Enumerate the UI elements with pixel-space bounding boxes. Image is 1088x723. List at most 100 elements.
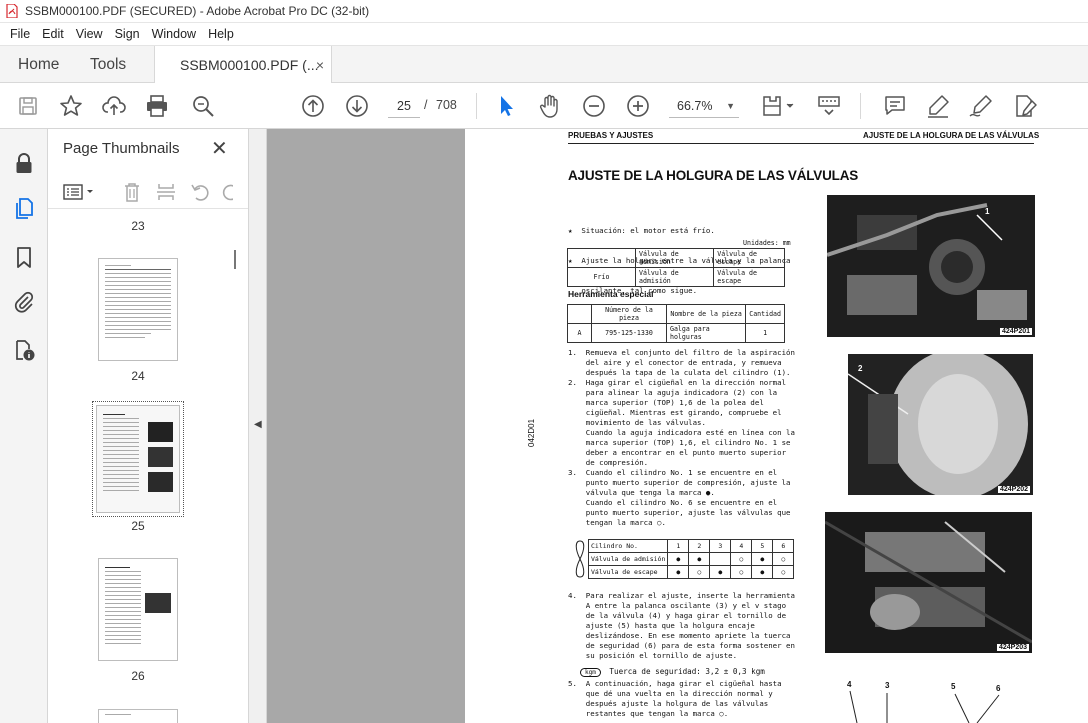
- table-cell: A: [567, 323, 592, 343]
- fit-page-icon[interactable]: [760, 93, 796, 119]
- intro-line: ★ Situación: el motor está frío.: [568, 226, 715, 235]
- units-label: Unidades: mm: [743, 239, 791, 247]
- table-cell: 2: [688, 539, 711, 553]
- thumbnail-page-25[interactable]: [92, 401, 184, 517]
- table-cell: ●: [667, 552, 690, 566]
- table-cell: Válvula de escape: [587, 565, 669, 579]
- step-line: 4. Para realizar el ajuste, inserte la h…: [568, 591, 795, 600]
- sign-icon[interactable]: [968, 93, 994, 119]
- step-line: deber a encontrar en el punto muerto sup…: [568, 448, 787, 457]
- step-line: restantes que tengan la marca ○.: [568, 709, 729, 718]
- menu-sign[interactable]: Sign: [109, 27, 146, 41]
- upload-icon[interactable]: [101, 93, 127, 119]
- page-down-icon[interactable]: [344, 93, 370, 119]
- step-line: de seguridad (6) para de esta forma sost…: [568, 641, 795, 650]
- rotate-right-icon[interactable]: [219, 181, 233, 203]
- table-cell: Frío: [567, 267, 636, 287]
- step-line: 1. Remueva el conjunto del filtro de la …: [568, 348, 795, 357]
- zoom-in-icon[interactable]: [625, 93, 651, 119]
- title-bar: SSBM000100.PDF (SECURED) - Adobe Acrobat…: [0, 0, 1088, 23]
- table-cell: Nombre de la pieza: [665, 304, 747, 324]
- panel-close-button[interactable]: ✕: [211, 136, 228, 161]
- page-separator: /: [424, 98, 428, 112]
- engine-photo-3: 424P203: [825, 512, 1032, 653]
- document-info-icon[interactable]: [12, 338, 36, 362]
- page-up-icon[interactable]: [300, 93, 326, 119]
- thumbnail-page-26[interactable]: [98, 558, 178, 661]
- table-cell: ○: [730, 565, 753, 579]
- diagram-callout: 4: [847, 680, 852, 689]
- table-cell: ●: [709, 565, 732, 579]
- table-cell: 6: [772, 539, 795, 553]
- menu-file[interactable]: File: [4, 27, 36, 41]
- bookmarks-icon[interactable]: [12, 245, 36, 269]
- document-background: [267, 129, 465, 723]
- step-line: ajuste (5) hasta que la holgura encaje: [568, 621, 755, 630]
- acrobat-pdf-icon: [6, 4, 18, 18]
- tab-tools[interactable]: Tools: [90, 46, 126, 83]
- delete-page-icon[interactable]: [121, 181, 143, 203]
- propeller-fan-icon: [575, 540, 585, 578]
- menu-help[interactable]: Help: [202, 27, 240, 41]
- table-cell: ●: [751, 565, 774, 579]
- insert-page-icon[interactable]: [155, 181, 177, 203]
- table-cell: Válvula de escape: [713, 267, 785, 287]
- search-zoom-icon[interactable]: [190, 93, 216, 119]
- select-cursor-icon[interactable]: [493, 93, 519, 119]
- save-icon[interactable]: [15, 93, 41, 119]
- bookmark-star-icon[interactable]: [58, 93, 84, 119]
- photo-callout: 1: [985, 207, 990, 216]
- scroll-mode-icon[interactable]: [816, 93, 842, 119]
- panel-collapse-handle[interactable]: ◀: [249, 129, 267, 723]
- chevron-down-icon: ▼: [726, 101, 735, 111]
- panel-scrollbar[interactable]: [229, 220, 239, 720]
- left-rail: [0, 129, 48, 723]
- attachments-icon[interactable]: [12, 290, 36, 314]
- page-total: 708: [436, 98, 457, 112]
- print-icon[interactable]: [144, 93, 170, 119]
- rotate-left-icon[interactable]: [189, 181, 211, 203]
- tab-home[interactable]: Home: [18, 46, 59, 83]
- zoom-dropdown[interactable]: 66.7% ▼: [669, 94, 739, 118]
- options-menu-icon[interactable]: [62, 181, 98, 203]
- zoom-out-icon[interactable]: [581, 93, 607, 119]
- step-line: para alinear la aguja indicadora (2) con…: [568, 388, 778, 397]
- comment-icon[interactable]: [882, 93, 908, 119]
- document-page[interactable]: PRUEBAS Y AJUSTES AJUSTE DE LA HOLGURA D…: [465, 129, 1088, 723]
- page-number-input[interactable]: 25: [388, 94, 420, 118]
- step-line: 3. Cuando el cilindro No. 1 se encuentre…: [568, 468, 778, 477]
- photo-code: 424P201: [999, 328, 1032, 335]
- edit-pdf-icon[interactable]: [1012, 93, 1038, 119]
- photo-callout: 2: [858, 364, 863, 373]
- step-line: tengan la marca ○.: [568, 518, 666, 527]
- photo-code: 424P202: [997, 486, 1030, 493]
- thumbnail-page-27[interactable]: [98, 709, 178, 723]
- header-rule: [568, 143, 1034, 144]
- step-line: de la válvula (4) y haga girar el tornil…: [568, 611, 787, 620]
- tab-document[interactable]: SSBM000100.PDF (... ×: [154, 46, 332, 84]
- table-cell: 3: [709, 539, 732, 553]
- panel-toolbar: [48, 173, 248, 209]
- torque-text: Tuerca de seguridad: 3,2 ± 0,3 kgm: [609, 667, 765, 676]
- thumbnail-label: 26: [131, 669, 145, 683]
- side-code: 042D01: [527, 418, 536, 447]
- panel-scrollbar-thumb[interactable]: [234, 250, 236, 269]
- photo-code: 424P203: [996, 644, 1029, 651]
- lock-icon[interactable]: [12, 151, 36, 175]
- table-cell: [567, 248, 636, 268]
- menu-view[interactable]: View: [70, 27, 109, 41]
- tab-bar: Home Tools SSBM000100.PDF (... ×: [0, 45, 1088, 84]
- highlight-icon[interactable]: [925, 93, 951, 119]
- tab-close-button[interactable]: ×: [316, 57, 324, 73]
- table-cell: 5: [751, 539, 774, 553]
- menu-edit[interactable]: Edit: [36, 27, 70, 41]
- collapse-arrow-icon: ◀: [254, 419, 262, 430]
- page-thumbnails-icon[interactable]: [12, 196, 36, 220]
- menu-window[interactable]: Window: [146, 27, 202, 41]
- step-line: punto muerto superior, ajuste las válvul…: [568, 508, 791, 517]
- hand-icon[interactable]: [537, 93, 563, 119]
- thumbnail-page-24[interactable]: [98, 258, 178, 361]
- thumbnail-label: 25: [131, 519, 145, 533]
- steps-text-c: 5. A continuación, haga girar el cigüeña…: [568, 679, 782, 719]
- main-toolbar: 25 / 708 66.7% ▼: [0, 83, 1088, 129]
